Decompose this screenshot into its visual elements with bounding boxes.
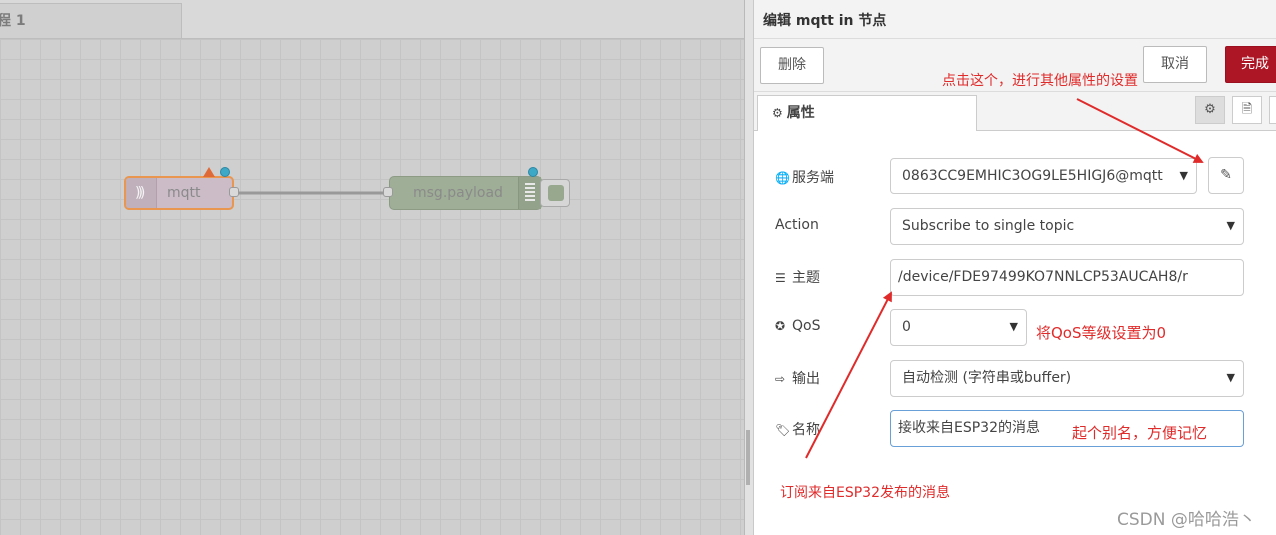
tag-icon: 🏷 [775,423,791,437]
debug-node-label: msg.payload [413,185,503,201]
tab-properties[interactable]: ⚙ 属性 [757,95,977,131]
debug-node-status-dot [528,167,538,177]
server-select-value: 0863CC9EMHIC3OG9LE5HIGJ6@mqtt [902,168,1163,184]
server-label: 🌐 服务端 [775,167,834,187]
qos-select-value: 0 [902,319,911,335]
flow-workspace[interactable]: 程 1 ))) mqtt msg.payload [0,0,746,535]
settings-gear-icon: ⚙ [1204,102,1216,117]
flow-tab[interactable]: 程 1 [0,3,182,38]
debug-input-port[interactable] [383,187,393,197]
mqtt-in-node[interactable]: ))) mqtt [124,176,234,210]
topic-label: ☰ 主题 [775,267,820,287]
output-select-value: 自动检测 (字符串或buffer) [902,370,1072,386]
debug-toggle-button[interactable] [540,179,570,207]
edit-tray-title: 编辑 mqtt in 节点 [763,13,887,29]
tab-description[interactable]: 🗎 [1232,96,1262,124]
output-label-text: 输出 [792,371,820,387]
output-select[interactable]: 自动检测 (字符串或buffer) ▼ [890,360,1244,397]
debug-toggle-square-icon [548,185,564,201]
name-label-text: 名称 [792,422,820,438]
gear-icon: ⚙ [772,106,783,120]
chevron-down-icon: ▼ [1179,169,1188,182]
workspace-tab-bar: 程 1 [0,0,746,39]
edit-hint-annotation: 点击这个，进行其他属性的设置 [942,73,1138,89]
debug-node-icon-area [518,177,541,209]
done-button[interactable]: 完成 [1225,46,1276,83]
edit-tray-header: 编辑 mqtt in 节点 [754,0,1276,39]
cancel-button[interactable]: 取消 [1143,46,1207,83]
action-select-value: Subscribe to single topic [902,218,1075,234]
delete-button[interactable]: 删除 [760,47,824,84]
server-label-text: 服务端 [792,170,834,186]
list-lines-icon [525,183,535,203]
mqtt-output-port[interactable] [229,187,239,197]
flow-canvas-grid[interactable] [0,39,746,535]
pencil-icon: ✎ [1220,167,1232,183]
sign-out-icon: ⇨ [775,372,786,386]
chevron-down-icon: ▼ [1226,371,1235,384]
tab-properties-label: 属性 [786,105,815,121]
tab-settings[interactable]: ⚙ [1195,96,1225,124]
document-icon: 🗎 [1241,102,1253,117]
topic-input-value: /device/FDE97499KO7NNLCP53AUCAH8/r [898,269,1188,285]
csdn-watermark: CSDN @哈哈浩丶 [1117,510,1256,530]
action-label: Action [775,217,819,233]
wifi-wave-icon: ))) [135,185,146,201]
changed-warning-icon [203,167,215,177]
topic-label-text: 主题 [792,270,820,286]
tab-appearance[interactable] [1269,96,1276,124]
name-label: 🏷 名称 [775,419,820,439]
edit-server-button[interactable]: ✎ [1208,157,1244,194]
topic-hint-annotation: 订阅来自ESP32发布的消息 [780,485,950,501]
qos-hint-annotation: 将QoS等级设置为0 [1036,324,1167,342]
output-label: ⇨ 输出 [775,368,820,388]
edit-tabs-row: ⚙ 属性 ⚙ 🗎 [754,92,1276,131]
chevron-down-icon: ▼ [1009,320,1018,333]
qos-select[interactable]: 0 ▼ [890,309,1027,346]
name-hint-annotation: 起个别名，方便记忆 [1072,424,1208,442]
debug-node[interactable]: msg.payload [389,176,542,210]
splitter-handle[interactable] [746,430,750,485]
qos-label-text: QoS [792,318,821,334]
topic-input[interactable]: /device/FDE97499KO7NNLCP53AUCAH8/r [890,259,1244,296]
server-select[interactable]: 0863CC9EMHIC3OG9LE5HIGJ6@mqtt ▼ [890,158,1197,194]
tasks-icon: ☰ [775,271,786,285]
action-select[interactable]: Subscribe to single topic ▼ [890,208,1244,245]
mqtt-node-icon-area: ))) [126,178,157,208]
qos-label: ✪ QoS [775,318,820,334]
empire-icon: ✪ [775,319,786,333]
chevron-down-icon: ▼ [1226,219,1235,232]
mqtt-node-status-dot [220,167,230,177]
globe-icon: 🌐 [775,171,790,185]
name-input-value: 接收来自ESP32的消息 [898,420,1040,436]
mqtt-node-label: mqtt [167,185,201,201]
